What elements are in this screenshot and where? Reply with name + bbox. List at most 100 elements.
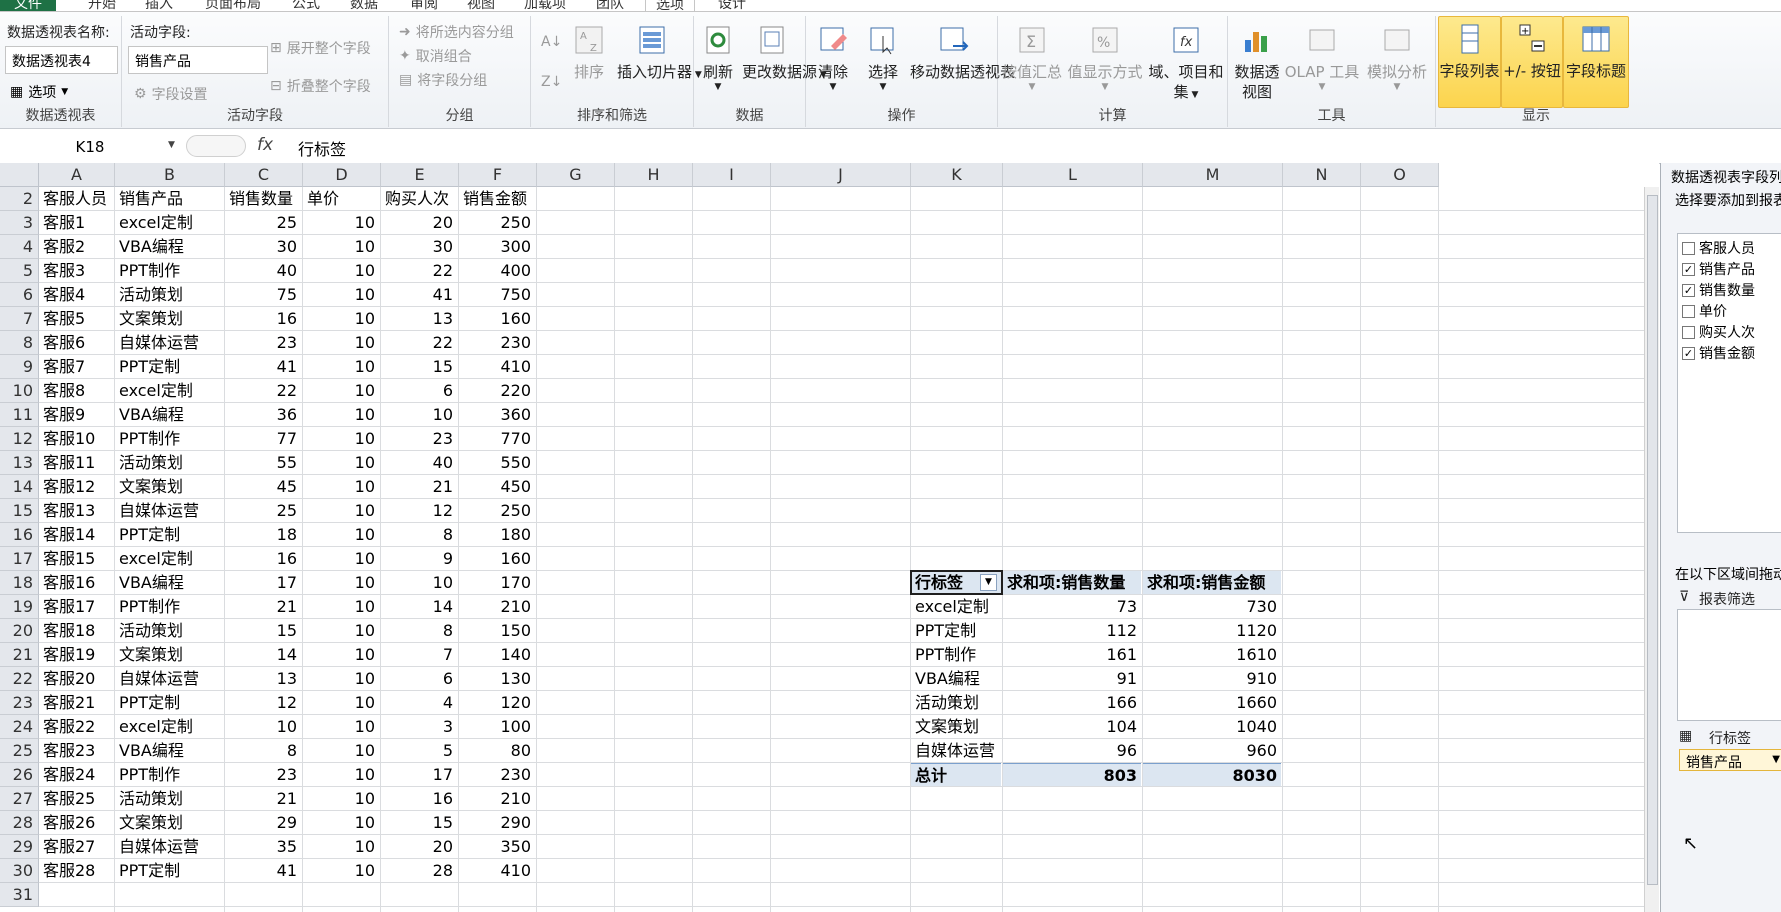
data-cell[interactable]: 客服18 bbox=[39, 619, 113, 642]
data-cell[interactable]: 客服25 bbox=[39, 787, 113, 810]
data-cell[interactable]: 21 bbox=[225, 595, 301, 618]
checkbox-unchecked-icon[interactable] bbox=[1682, 241, 1695, 255]
row-header-23[interactable]: 23 bbox=[0, 691, 39, 715]
column-header-l[interactable]: L bbox=[1003, 163, 1143, 187]
pivot-cell[interactable]: 1040 bbox=[1143, 715, 1281, 738]
data-cell[interactable]: 客服21 bbox=[39, 691, 113, 714]
data-cell[interactable]: 客服15 bbox=[39, 547, 113, 570]
data-cell[interactable]: 客服23 bbox=[39, 739, 113, 762]
data-cell[interactable]: 22 bbox=[225, 379, 301, 402]
data-cell[interactable]: 客服20 bbox=[39, 667, 113, 690]
data-cell[interactable]: PPT制作 bbox=[115, 595, 223, 618]
data-cell[interactable]: 16 bbox=[225, 307, 301, 330]
sort-desc-icon[interactable]: Z↓ bbox=[541, 74, 562, 90]
data-cell[interactable]: 20 bbox=[381, 835, 457, 858]
data-cell[interactable]: 750 bbox=[459, 283, 535, 306]
formula-bar-expand-handle[interactable] bbox=[186, 135, 246, 157]
data-cell[interactable]: 25 bbox=[225, 499, 301, 522]
data-cell[interactable]: 10 bbox=[303, 523, 379, 546]
data-cell[interactable]: 36 bbox=[225, 403, 301, 426]
row-header-4[interactable]: 4 bbox=[0, 235, 39, 259]
pivot-cell[interactable]: 96 bbox=[1003, 739, 1141, 762]
column-title-cell[interactable]: 销售产品 bbox=[115, 187, 223, 210]
data-cell[interactable]: 210 bbox=[459, 787, 535, 810]
checkbox-unchecked-icon[interactable] bbox=[1682, 325, 1695, 339]
data-cell[interactable]: 文案策划 bbox=[115, 811, 223, 834]
data-cell[interactable]: 自媒体运营 bbox=[115, 835, 223, 858]
sort-asc-icon[interactable]: A↓ bbox=[541, 34, 562, 50]
row-header-27[interactable]: 27 bbox=[0, 787, 39, 811]
data-cell[interactable]: 55 bbox=[225, 451, 301, 474]
data-cell[interactable]: 350 bbox=[459, 835, 535, 858]
data-cell[interactable]: 410 bbox=[459, 859, 535, 882]
tab-home[interactable]: 开始 bbox=[88, 0, 116, 11]
data-cell[interactable]: 16 bbox=[225, 547, 301, 570]
data-cell[interactable]: excel定制 bbox=[115, 379, 223, 402]
data-cell[interactable]: 10 bbox=[303, 739, 379, 762]
what-if-button[interactable]: 模拟分析 ▼ bbox=[1362, 24, 1432, 92]
pivot-cell[interactable]: 960 bbox=[1143, 739, 1281, 762]
pivot-value-header[interactable]: 求和项:销售金额 bbox=[1143, 571, 1281, 594]
data-cell[interactable]: 160 bbox=[459, 307, 535, 330]
column-title-cell[interactable]: 客服人员 bbox=[39, 187, 113, 210]
data-cell[interactable]: 41 bbox=[381, 283, 457, 306]
data-cell[interactable]: 自媒体运营 bbox=[115, 667, 223, 690]
data-cell[interactable]: 7 bbox=[381, 643, 457, 666]
data-cell[interactable]: 客服2 bbox=[39, 235, 113, 258]
data-cell[interactable]: 10 bbox=[303, 307, 379, 330]
data-cell[interactable]: 10 bbox=[303, 643, 379, 666]
select-button[interactable]: 选择 ▼ bbox=[860, 24, 906, 92]
data-cell[interactable]: 770 bbox=[459, 427, 535, 450]
name-box-dropdown-icon[interactable]: ▼ bbox=[168, 140, 175, 150]
select-all-corner[interactable] bbox=[0, 163, 39, 187]
data-cell[interactable]: 客服7 bbox=[39, 355, 113, 378]
data-cell[interactable]: 180 bbox=[459, 523, 535, 546]
data-cell[interactable]: 10 bbox=[303, 211, 379, 234]
tab-options[interactable]: 选项 bbox=[645, 0, 695, 11]
data-cell[interactable]: 23 bbox=[225, 763, 301, 786]
data-cell[interactable]: 客服8 bbox=[39, 379, 113, 402]
data-cell[interactable]: 客服6 bbox=[39, 331, 113, 354]
column-header-j[interactable]: J bbox=[771, 163, 911, 187]
data-cell[interactable]: 客服11 bbox=[39, 451, 113, 474]
data-cell[interactable]: 120 bbox=[459, 691, 535, 714]
column-header-d[interactable]: D bbox=[303, 163, 381, 187]
data-cell[interactable]: 客服4 bbox=[39, 283, 113, 306]
row-header-17[interactable]: 17 bbox=[0, 547, 39, 571]
column-header-c[interactable]: C bbox=[225, 163, 303, 187]
data-cell[interactable]: 360 bbox=[459, 403, 535, 426]
data-cell[interactable]: 10 bbox=[303, 763, 379, 786]
data-cell[interactable]: 230 bbox=[459, 763, 535, 786]
data-cell[interactable]: 250 bbox=[459, 499, 535, 522]
pivot-cell[interactable]: 112 bbox=[1003, 619, 1141, 642]
row-header-8[interactable]: 8 bbox=[0, 331, 39, 355]
column-header-h[interactable]: H bbox=[615, 163, 693, 187]
column-header-n[interactable]: N bbox=[1283, 163, 1361, 187]
data-cell[interactable]: 41 bbox=[225, 355, 301, 378]
data-cell[interactable]: 10 bbox=[303, 283, 379, 306]
row-header-16[interactable]: 16 bbox=[0, 523, 39, 547]
chevron-down-icon[interactable]: ▼ bbox=[1772, 754, 1780, 765]
tab-review[interactable]: 审阅 bbox=[410, 0, 438, 11]
data-cell[interactable]: VBA编程 bbox=[115, 403, 223, 426]
data-cell[interactable]: 10 bbox=[303, 331, 379, 354]
data-cell[interactable]: PPT制作 bbox=[115, 259, 223, 282]
data-cell[interactable]: 10 bbox=[225, 715, 301, 738]
pivot-cell[interactable]: VBA编程 bbox=[911, 667, 1001, 690]
collapse-field-button[interactable]: ⊟ 折叠整个字段 bbox=[270, 76, 371, 96]
tab-view[interactable]: 视图 bbox=[467, 0, 495, 11]
data-cell[interactable]: 10 bbox=[381, 571, 457, 594]
data-cell[interactable]: 550 bbox=[459, 451, 535, 474]
pivot-cell[interactable]: 910 bbox=[1143, 667, 1281, 690]
pivot-row-labels-header[interactable]: 行标签 ▼ bbox=[911, 571, 1001, 594]
data-cell[interactable]: 17 bbox=[225, 571, 301, 594]
row-header-25[interactable]: 25 bbox=[0, 739, 39, 763]
row-header-22[interactable]: 22 bbox=[0, 667, 39, 691]
data-cell[interactable]: 客服17 bbox=[39, 595, 113, 618]
tab-design[interactable]: 设计 bbox=[718, 0, 746, 11]
column-header-a[interactable]: A bbox=[39, 163, 115, 187]
data-cell[interactable]: 客服9 bbox=[39, 403, 113, 426]
data-cell[interactable]: PPT定制 bbox=[115, 523, 223, 546]
tab-insert[interactable]: 插入 bbox=[145, 0, 173, 11]
data-cell[interactable]: 文案策划 bbox=[115, 475, 223, 498]
